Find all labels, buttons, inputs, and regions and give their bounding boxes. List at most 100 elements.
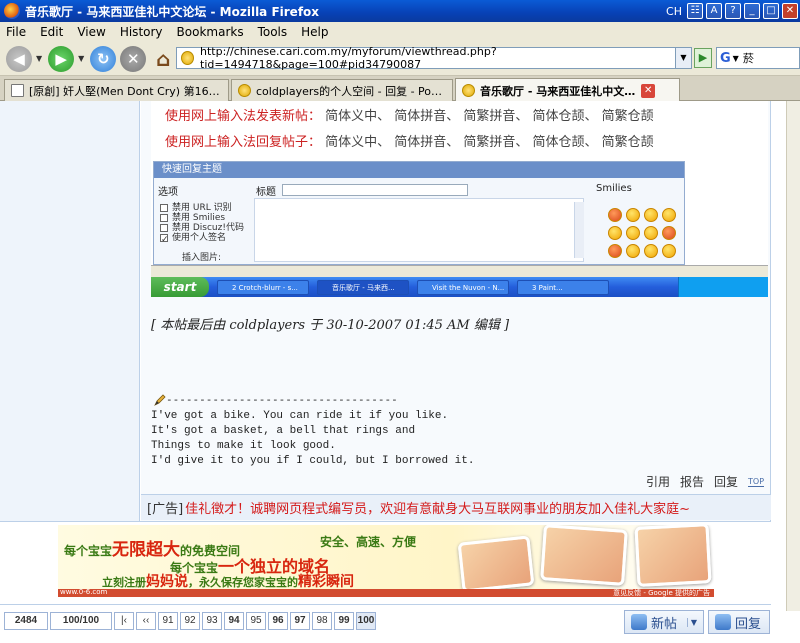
taskbar-item: Visit the Nuvon - N... [417, 279, 509, 295]
menu-help[interactable]: Help [301, 25, 328, 39]
back-to-top-link[interactable]: TOP [748, 477, 765, 487]
menu-tools[interactable]: Tools [258, 25, 288, 39]
banner-line-3: 立刻注册妈妈说，永久保存您家宝宝的精彩瞬间 [102, 574, 354, 590]
smiley-icon [662, 226, 676, 240]
page-scrollbar[interactable] [786, 101, 800, 611]
embedded-statusbar [151, 265, 768, 277]
language-indicator[interactable]: CH [666, 5, 682, 18]
lyrics-line: I'd give it to you if I could, but I bor… [151, 455, 475, 467]
maximize-button[interactable]: □ [763, 3, 779, 19]
smiley-icon [626, 244, 640, 258]
smiley-icon [644, 244, 658, 258]
post-ad-bar: [广告] 佳礼徵才！诚聘网页程式编写员，欢迎有意献身大马互联网事业的朋友加入佳礼… [141, 494, 771, 520]
smiley-icon [644, 208, 658, 222]
smiley-icon [608, 208, 622, 222]
reply-button[interactable]: 回复 [708, 610, 770, 634]
ime-icon[interactable]: ☷ [687, 3, 703, 19]
chevron-down-icon[interactable]: ▼ [686, 617, 697, 627]
tab-close-icon[interactable]: ✕ [641, 83, 656, 98]
search-box[interactable]: G ▼ 菸 [716, 47, 800, 69]
page-link[interactable]: 91 [158, 612, 178, 630]
baby-photo [634, 525, 712, 587]
site-favicon-icon [238, 84, 251, 97]
post-author-column [0, 101, 140, 521]
insert-image-label: 插入图片: [182, 253, 222, 263]
prev-pages-link[interactable]: ‹‹ [136, 612, 156, 630]
smiley-icon [626, 208, 640, 222]
smiley-icon [608, 244, 622, 258]
forward-history-dropdown[interactable]: ▼ [78, 54, 84, 63]
pagination: 2484 100/100 |‹ ‹‹ 91 92 93 94 95 96 97 … [4, 612, 378, 630]
textarea-scrollbar [574, 202, 584, 258]
menu-view[interactable]: View [77, 25, 105, 39]
page-link[interactable]: 94 [224, 612, 244, 630]
stop-button[interactable]: ✕ [120, 45, 147, 72]
page-link[interactable]: 95 [246, 612, 266, 630]
search-engine-dropdown[interactable]: ▼ [733, 54, 739, 63]
lyrics-line: It's got a basket, a bell that rings and [151, 425, 416, 437]
menu-bookmarks[interactable]: Bookmarks [177, 25, 244, 39]
reload-button[interactable]: ↻ [90, 45, 117, 72]
page-link[interactable]: 96 [268, 612, 288, 630]
keyboard-icon[interactable]: A [706, 3, 722, 19]
firefox-icon [4, 3, 20, 19]
first-page-link[interactable]: |‹ [114, 612, 134, 630]
page-link[interactable]: 99 [334, 612, 354, 630]
menu-file[interactable]: File [6, 25, 26, 39]
home-button[interactable]: ⌂ [150, 46, 176, 72]
content-textarea [254, 198, 584, 262]
system-tray [678, 277, 768, 297]
tab-strip: [原創] 奸人堅(Men Dont Cry) 第16… coldplayers的… [0, 76, 800, 102]
page-link[interactable]: 98 [312, 612, 332, 630]
ad-message-link[interactable]: 佳礼徵才！诚聘网页程式编写员，欢迎有意献身大马互联网事业的朋友加入佳礼大家庭~ [185, 498, 690, 517]
google-ads-link[interactable]: 意见反馈 - Google 提供的广告 [613, 588, 710, 597]
smilies-label: Smilies [596, 183, 632, 194]
page-link[interactable]: 92 [180, 612, 200, 630]
site-favicon-icon [462, 84, 475, 97]
google-icon[interactable]: G [720, 51, 731, 66]
page-link[interactable]: 93 [202, 612, 222, 630]
back-history-dropdown[interactable]: ▼ [36, 54, 42, 63]
smiley-icon [662, 208, 676, 222]
address-url[interactable]: http://chinese.cari.com.my/myforum/viewt… [200, 45, 675, 71]
smiley-icon [662, 244, 676, 258]
checkbox-use-signature: ✓ 使用个人签名 [160, 233, 227, 245]
banner-section: 每个宝宝无限超大的免费空间 安全、高速、方便 每个宝宝一个独立的域名 立刻注册妈… [0, 521, 771, 605]
go-button[interactable]: ▶ [694, 48, 712, 68]
new-thread-button[interactable]: 新帖 ▼ [624, 610, 704, 634]
address-bar[interactable]: http://chinese.cari.com.my/myforum/viewt… [176, 45, 676, 71]
smiley-icon [626, 226, 640, 240]
document-icon [11, 84, 24, 97]
baby-photo [540, 525, 628, 586]
minimize-button[interactable]: _ [744, 3, 760, 19]
back-button[interactable]: ◀ [6, 45, 32, 72]
site-favicon-icon [181, 51, 195, 65]
url-history-dropdown[interactable]: ▼ [676, 47, 692, 69]
taskbar-item: 音乐歌厅 - 马来西... [317, 279, 409, 295]
window-title: 音乐歌厅 - 马来西亚佳礼中文论坛 - Mozilla Firefox [25, 4, 320, 19]
tab-music-hall[interactable]: 音乐歌厅 - 马来西亚佳礼中文… ✕ [455, 78, 680, 102]
banner-site-link[interactable]: www.0-6.com [60, 588, 107, 596]
baby-banner-ad[interactable]: 每个宝宝无限超大的免费空间 安全、高速、方便 每个宝宝一个独立的域名 立刻注册妈… [58, 525, 714, 597]
quote-link[interactable]: 引用 [646, 473, 670, 490]
start-button: start [151, 277, 209, 297]
page-link[interactable]: 97 [290, 612, 310, 630]
ime-reply-line: 使用网上输入法回复帖子： 简体义中、 简体拼音、 简繁拼音、 简体仓颉、 简繁仓… [165, 135, 654, 150]
quick-reply-title: 快速回复主题 [154, 162, 684, 178]
report-link[interactable]: 报告 [680, 473, 704, 490]
search-input[interactable]: 菸 [743, 50, 754, 66]
forward-button[interactable]: ▶ [48, 45, 75, 72]
reply-label: 回复 [735, 616, 762, 632]
page-indicator: 100/100 [50, 612, 112, 630]
menu-history[interactable]: History [120, 25, 163, 39]
tab-coldplayers-space[interactable]: coldplayers的个人空间 - 回复 - Po… [231, 79, 453, 101]
banner-features: 安全、高速、方便 [320, 535, 417, 549]
reply-link[interactable]: 回复 [714, 473, 738, 490]
help-icon[interactable]: ? [725, 3, 741, 19]
lyrics-line: I've got a bike. You can ride it if you … [151, 410, 449, 422]
smiley-icon [608, 226, 622, 240]
menu-edit[interactable]: Edit [40, 25, 63, 39]
options-label: 选项 [158, 187, 178, 198]
tab-men-dont-cry[interactable]: [原創] 奸人堅(Men Dont Cry) 第16… [4, 79, 229, 101]
close-button[interactable]: ✕ [782, 3, 798, 19]
